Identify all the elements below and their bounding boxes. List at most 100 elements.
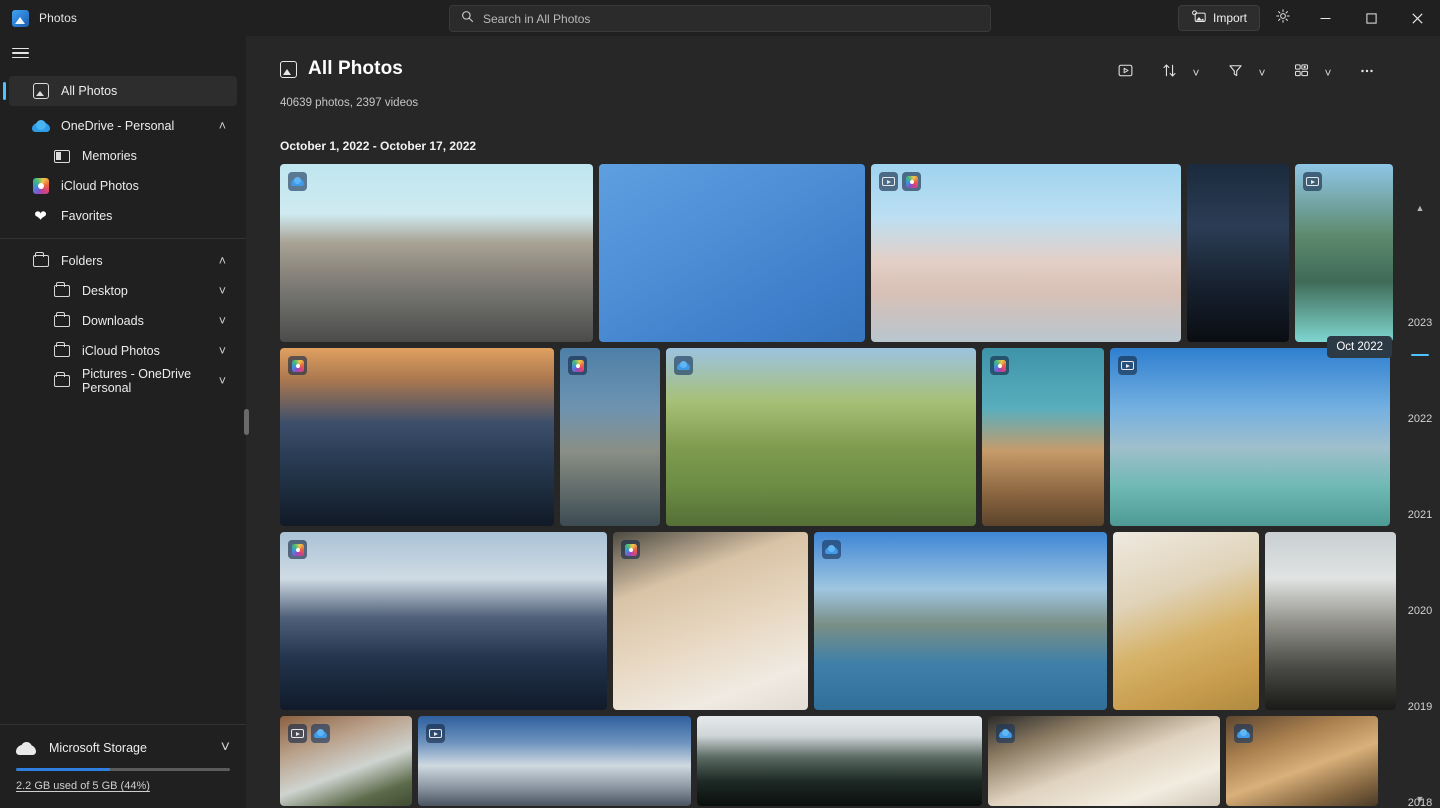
hamburger-menu-button[interactable] (0, 36, 246, 70)
close-button[interactable] (1394, 0, 1440, 36)
settings-button[interactable] (1268, 4, 1298, 32)
memories-icon (53, 148, 70, 165)
tile-badges (288, 356, 307, 375)
import-photo-icon (1191, 9, 1206, 27)
ellipsis-icon (1358, 62, 1376, 85)
photos-logo-icon (12, 9, 29, 27)
storage-detail-link[interactable]: 2.2 GB used of 5 GB (44%) (16, 780, 230, 792)
sidebar-item-all-photos[interactable]: All Photos (3, 76, 237, 106)
sidebar-item-label: iCloud Photos (61, 179, 139, 193)
sidebar-item-desktop[interactable]: Desktop ˅ (9, 276, 237, 306)
photo-pasta-plate[interactable] (1113, 532, 1259, 710)
sidebar-item-favorites[interactable]: ❤ Favorites (9, 201, 237, 231)
photo-plant-window[interactable] (280, 716, 412, 806)
photo-lake-okanagan[interactable] (814, 532, 1107, 710)
maximize-button[interactable] (1348, 0, 1394, 36)
photo-golden-retriever-autumn[interactable] (1226, 716, 1378, 806)
onedrive-badge-icon (311, 724, 330, 743)
photo-swing-ride-sky[interactable] (599, 164, 865, 342)
more-options-button[interactable] (1352, 58, 1382, 88)
import-button[interactable]: Import (1177, 5, 1260, 31)
chevron-up-icon[interactable]: ˄ (219, 254, 226, 268)
chevron-up-icon[interactable]: ˄ (219, 119, 226, 133)
chevron-down-icon[interactable]: ˅ (221, 739, 230, 757)
slideshow-button[interactable] (1110, 58, 1140, 88)
photo-river-dusk[interactable] (560, 348, 660, 526)
timeline-scrollbar[interactable]: ▲ 2023 2022 2021 2020 2019 2018 ▼ (1400, 36, 1440, 808)
search-icon (461, 10, 474, 28)
icloud-photos-icon (32, 178, 49, 195)
photo-grid[interactable] (246, 164, 1440, 808)
sidebar-item-onedrive-personal[interactable]: OneDrive - Personal ˄ (9, 111, 237, 141)
chevron-down-icon[interactable]: ˅ (219, 314, 226, 328)
sidebar-resize-handle[interactable] (244, 409, 249, 435)
photo-foggy-hills[interactable] (1265, 532, 1396, 710)
video-badge-icon (288, 724, 307, 743)
tile-badges (822, 540, 841, 559)
layout-dropdown-button[interactable]: ˅ (1318, 58, 1338, 88)
tile-badges (996, 724, 1015, 743)
sort-dropdown-button[interactable]: ˅ (1186, 58, 1206, 88)
content-toolbar: ˅ ˅ ˅ (1110, 58, 1382, 88)
timeline-year-label[interactable]: 2019 (1400, 701, 1440, 713)
timeline-year-label[interactable]: 2023 (1400, 317, 1440, 329)
sidebar-divider (0, 238, 246, 239)
storage-header[interactable]: Microsoft Storage ˅ (16, 739, 230, 757)
tile-badges (288, 540, 307, 559)
sidebar-item-label: OneDrive - Personal (61, 119, 175, 133)
filter-dropdown-button[interactable]: ˅ (1252, 58, 1272, 88)
main-header: All Photos ˅ ˅ ˅ 40639 photos, 2397 vide… (246, 36, 1440, 164)
filter-button[interactable] (1220, 58, 1250, 88)
photo-green-field-path[interactable] (666, 348, 976, 526)
timeline-year-label[interactable]: 2021 (1400, 509, 1440, 521)
chevron-down-icon[interactable]: ˅ (219, 284, 226, 298)
sidebar-item-memories[interactable]: Memories (9, 141, 237, 171)
tile-badges (426, 724, 445, 743)
timeline-year-label[interactable]: 2020 (1400, 605, 1440, 617)
sidebar-nav: All Photos OneDrive - Personal ˄ Memorie… (0, 70, 246, 724)
tile-badges (879, 172, 921, 191)
sort-button[interactable] (1154, 58, 1184, 88)
onedrive-badge-icon (1234, 724, 1253, 743)
photo-dog-on-bed[interactable] (613, 532, 808, 710)
scroll-up-arrow-icon[interactable]: ▲ (1416, 204, 1425, 213)
sort-arrows-icon (1161, 62, 1178, 84)
search-box[interactable] (449, 5, 991, 32)
onedrive-badge-icon (288, 172, 307, 191)
layout-button[interactable] (1286, 58, 1316, 88)
photo-mountain-lake-kinney[interactable] (1110, 348, 1390, 526)
chevron-down-icon: ˅ (1192, 66, 1200, 80)
all-photos-icon (280, 60, 297, 78)
photo-vancouver-skyline[interactable] (280, 164, 593, 342)
folder-icon (53, 341, 70, 360)
photo-ocean-waves-aerial[interactable] (697, 716, 982, 806)
minimize-button[interactable] (1302, 0, 1348, 36)
timeline-track[interactable]: 2023 2022 2021 2020 2019 2018 (1400, 213, 1440, 808)
chevron-down-icon: ˅ (1324, 66, 1332, 80)
photo-winter-forest-sky[interactable] (418, 716, 691, 806)
photo-night-sky-city[interactable] (1187, 164, 1289, 342)
sidebar-item-icloud-photos[interactable]: iCloud Photos (9, 171, 237, 201)
sidebar-item-icloud-photos-folder[interactable]: iCloud Photos ˅ (9, 336, 237, 366)
sidebar-item-pictures-onedrive[interactable]: Pictures - OneDrive Personal ˅ (9, 366, 237, 396)
sidebar-item-label: Favorites (61, 209, 113, 223)
window-controls (1302, 0, 1440, 36)
video-badge-icon (1118, 356, 1137, 375)
sidebar-item-downloads[interactable]: Downloads ˅ (9, 306, 237, 336)
timeline-year-label[interactable]: 2018 (1400, 797, 1440, 808)
sidebar-item-folders[interactable]: Folders ˄ (9, 246, 237, 276)
chevron-down-icon[interactable]: ˅ (219, 344, 226, 358)
main-content: All Photos ˅ ˅ ˅ 40639 photos, 2397 vide… (246, 36, 1440, 808)
chevron-down-icon[interactable]: ˅ (219, 374, 226, 388)
search-container (449, 5, 991, 32)
photo-airplane-wing-clouds[interactable] (871, 164, 1181, 342)
photo-forest-bridge-river[interactable] (1295, 164, 1393, 342)
photo-beach-shadow[interactable] (982, 348, 1104, 526)
onedrive-badge-icon (996, 724, 1015, 743)
photo-canada-place-dusk[interactable] (280, 532, 607, 710)
timeline-year-label[interactable]: 2022 (1400, 413, 1440, 425)
timeline-scrubber-thumb[interactable] (1411, 354, 1429, 356)
photo-harbor-sunset-trees[interactable] (280, 348, 554, 526)
photo-latte-art-cup[interactable] (988, 716, 1220, 806)
search-input[interactable] (483, 11, 979, 26)
